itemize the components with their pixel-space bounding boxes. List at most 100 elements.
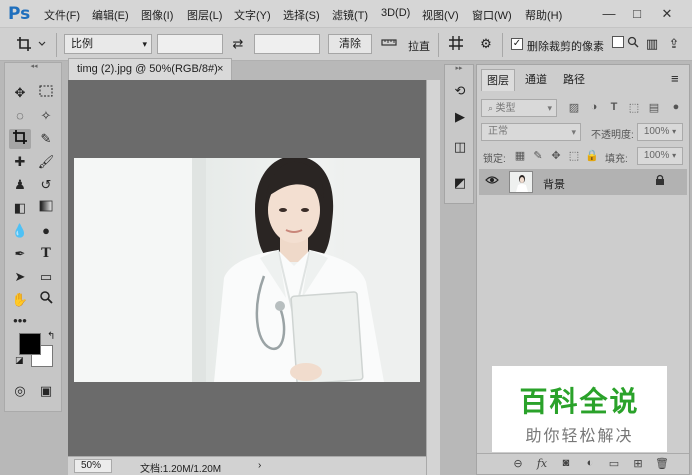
layer-thumbnail[interactable]: [509, 171, 533, 193]
menu-image[interactable]: 图像(I): [141, 7, 173, 23]
fill-field[interactable]: 100% ▾: [637, 147, 683, 165]
type-tool-icon[interactable]: T: [35, 244, 57, 264]
add-mask-icon[interactable]: ◙: [559, 457, 573, 469]
zoom-level-field[interactable]: 50%: [74, 459, 112, 473]
menu-edit[interactable]: 编辑(E): [92, 7, 129, 23]
straighten-icon[interactable]: [380, 35, 398, 54]
lock-artboard-icon[interactable]: ⬚: [567, 149, 581, 162]
pen-tool-icon[interactable]: ✒: [9, 244, 31, 264]
restore-button[interactable]: □: [626, 4, 648, 24]
visibility-eye-icon[interactable]: [485, 174, 499, 188]
hand-tool-icon[interactable]: ✋: [9, 290, 31, 310]
content-aware-checkbox-icon[interactable]: [610, 35, 626, 53]
clear-button[interactable]: 清除: [328, 34, 372, 54]
screen-mode-icon[interactable]: ▣: [35, 381, 57, 401]
minimize-button[interactable]: —: [598, 4, 620, 24]
opacity-field[interactable]: 100% ▾: [637, 123, 683, 141]
dodge-tool-icon[interactable]: ●: [35, 221, 57, 241]
history-brush-tool-icon[interactable]: ↺: [35, 175, 57, 195]
history-panel-icon[interactable]: ⟲: [450, 81, 470, 101]
lock-pixels-icon[interactable]: ✎: [531, 149, 545, 162]
canvas-area[interactable]: [68, 80, 426, 456]
panel-strip-collapse-handle[interactable]: ▸▸: [447, 65, 471, 73]
lasso-tool-icon[interactable]: ◌: [9, 106, 31, 126]
zoom-tool-icon[interactable]: [35, 290, 57, 310]
menu-window[interactable]: 窗口(W): [472, 7, 512, 23]
menu-select[interactable]: 选择(S): [283, 7, 320, 23]
document-tab[interactable]: timg (2).jpg @ 50%(RGB/8#) ×: [68, 58, 232, 80]
gear-icon[interactable]: ⚙: [476, 35, 496, 53]
delete-pixels-checkbox[interactable]: ✓: [511, 38, 523, 50]
vertical-scrollbar[interactable]: [426, 80, 440, 475]
eyedropper-tool-icon[interactable]: ✎: [35, 129, 57, 149]
eraser-tool-icon[interactable]: ◧: [9, 198, 31, 218]
menu-file[interactable]: 文件(F): [44, 7, 80, 23]
actions-panel-icon[interactable]: ▶: [450, 107, 470, 127]
brush-tool-icon[interactable]: 🖌: [35, 152, 57, 172]
menu-type[interactable]: 文字(Y): [234, 7, 271, 23]
workspace-icon[interactable]: ▥: [644, 35, 660, 53]
lock-position-icon[interactable]: ✥: [549, 149, 563, 162]
filter-toggle-icon[interactable]: ●: [669, 101, 683, 113]
menu-filter[interactable]: 滤镜(T): [332, 7, 368, 23]
move-tool-icon[interactable]: ✥: [9, 83, 31, 103]
ratio-select[interactable]: 比例 ▾: [64, 34, 152, 54]
default-colors-icon[interactable]: ◪: [15, 355, 24, 366]
quick-mask-icon[interactable]: ◎: [9, 381, 31, 401]
tab-paths[interactable]: 路径: [557, 69, 591, 91]
swap-icon[interactable]: ⇄: [228, 35, 248, 53]
blend-mode-select[interactable]: 正常 ▾: [481, 123, 581, 141]
status-menu-arrow-icon[interactable]: ›: [258, 460, 261, 471]
trash-icon[interactable]: 🗑: [655, 457, 669, 470]
link-layers-icon[interactable]: ⊖: [511, 457, 525, 470]
tab-layers[interactable]: 图层: [481, 69, 515, 91]
more-tools-icon[interactable]: •••: [9, 311, 31, 331]
clone-stamp-tool-icon[interactable]: ♟: [9, 175, 31, 195]
menu-layer[interactable]: 图层(L): [187, 7, 222, 23]
layer-style-icon[interactable]: fx: [535, 457, 549, 470]
tab-channels[interactable]: 通道: [519, 69, 553, 91]
filter-smart-object-icon[interactable]: ▤: [647, 101, 661, 114]
filter-kind-select[interactable]: ⌕ 类型 ▾: [481, 99, 557, 117]
menu-view[interactable]: 视图(V): [422, 7, 459, 23]
crop-tool-preset-icon[interactable]: [14, 35, 50, 58]
marquee-tool-icon[interactable]: [35, 83, 57, 103]
menu-3d[interactable]: 3D(D): [381, 7, 410, 19]
panel-menu-icon[interactable]: ≡: [671, 71, 679, 86]
layer-row[interactable]: 背景: [479, 169, 687, 195]
height-input[interactable]: [254, 34, 320, 54]
new-group-icon[interactable]: ▭: [607, 457, 621, 470]
filter-pixel-icon[interactable]: ▨: [567, 101, 581, 114]
lock-all-icon[interactable]: 🔒: [585, 149, 599, 162]
rectangle-tool-icon[interactable]: ▭: [35, 267, 57, 287]
lock-icon[interactable]: [655, 174, 665, 189]
healing-brush-tool-icon[interactable]: ✚: [9, 152, 31, 172]
foreground-color-swatch[interactable]: [19, 333, 41, 355]
layer-name[interactable]: 背景: [543, 176, 565, 192]
path-selection-tool-icon[interactable]: ➤: [9, 267, 31, 287]
toolbox-collapse-handle[interactable]: ◂◂: [7, 63, 61, 71]
delete-pixels-label[interactable]: 删除裁剪的像素: [527, 38, 604, 54]
properties-panel-icon[interactable]: ◩: [450, 173, 470, 193]
gradient-tool-icon[interactable]: [35, 198, 57, 218]
straighten-label[interactable]: 拉直: [408, 38, 430, 54]
blur-tool-icon[interactable]: 💧: [9, 221, 31, 241]
3d-panel-icon[interactable]: ◫: [450, 137, 470, 157]
search-icon[interactable]: [626, 35, 640, 53]
lock-transparent-icon[interactable]: ▦: [513, 149, 527, 162]
document-image[interactable]: [74, 158, 420, 382]
adjustment-layer-icon[interactable]: ◐: [583, 457, 597, 469]
filter-adjustment-icon[interactable]: ◑: [587, 101, 601, 113]
filter-shape-icon[interactable]: ⬚: [627, 101, 641, 114]
magic-wand-tool-icon[interactable]: ✧: [35, 106, 57, 126]
menu-help[interactable]: 帮助(H): [525, 7, 562, 23]
crop-tool-icon[interactable]: [9, 129, 31, 149]
filter-type-icon[interactable]: T: [607, 101, 621, 113]
close-document-icon[interactable]: ×: [217, 59, 229, 79]
width-input[interactable]: [157, 34, 223, 54]
share-icon[interactable]: ⇪: [664, 35, 684, 53]
overlay-grid-icon[interactable]: [446, 35, 466, 56]
swap-colors-icon[interactable]: ↰: [47, 331, 55, 342]
close-window-button[interactable]: ✕: [656, 4, 678, 24]
new-layer-icon[interactable]: ⊞: [631, 457, 645, 470]
